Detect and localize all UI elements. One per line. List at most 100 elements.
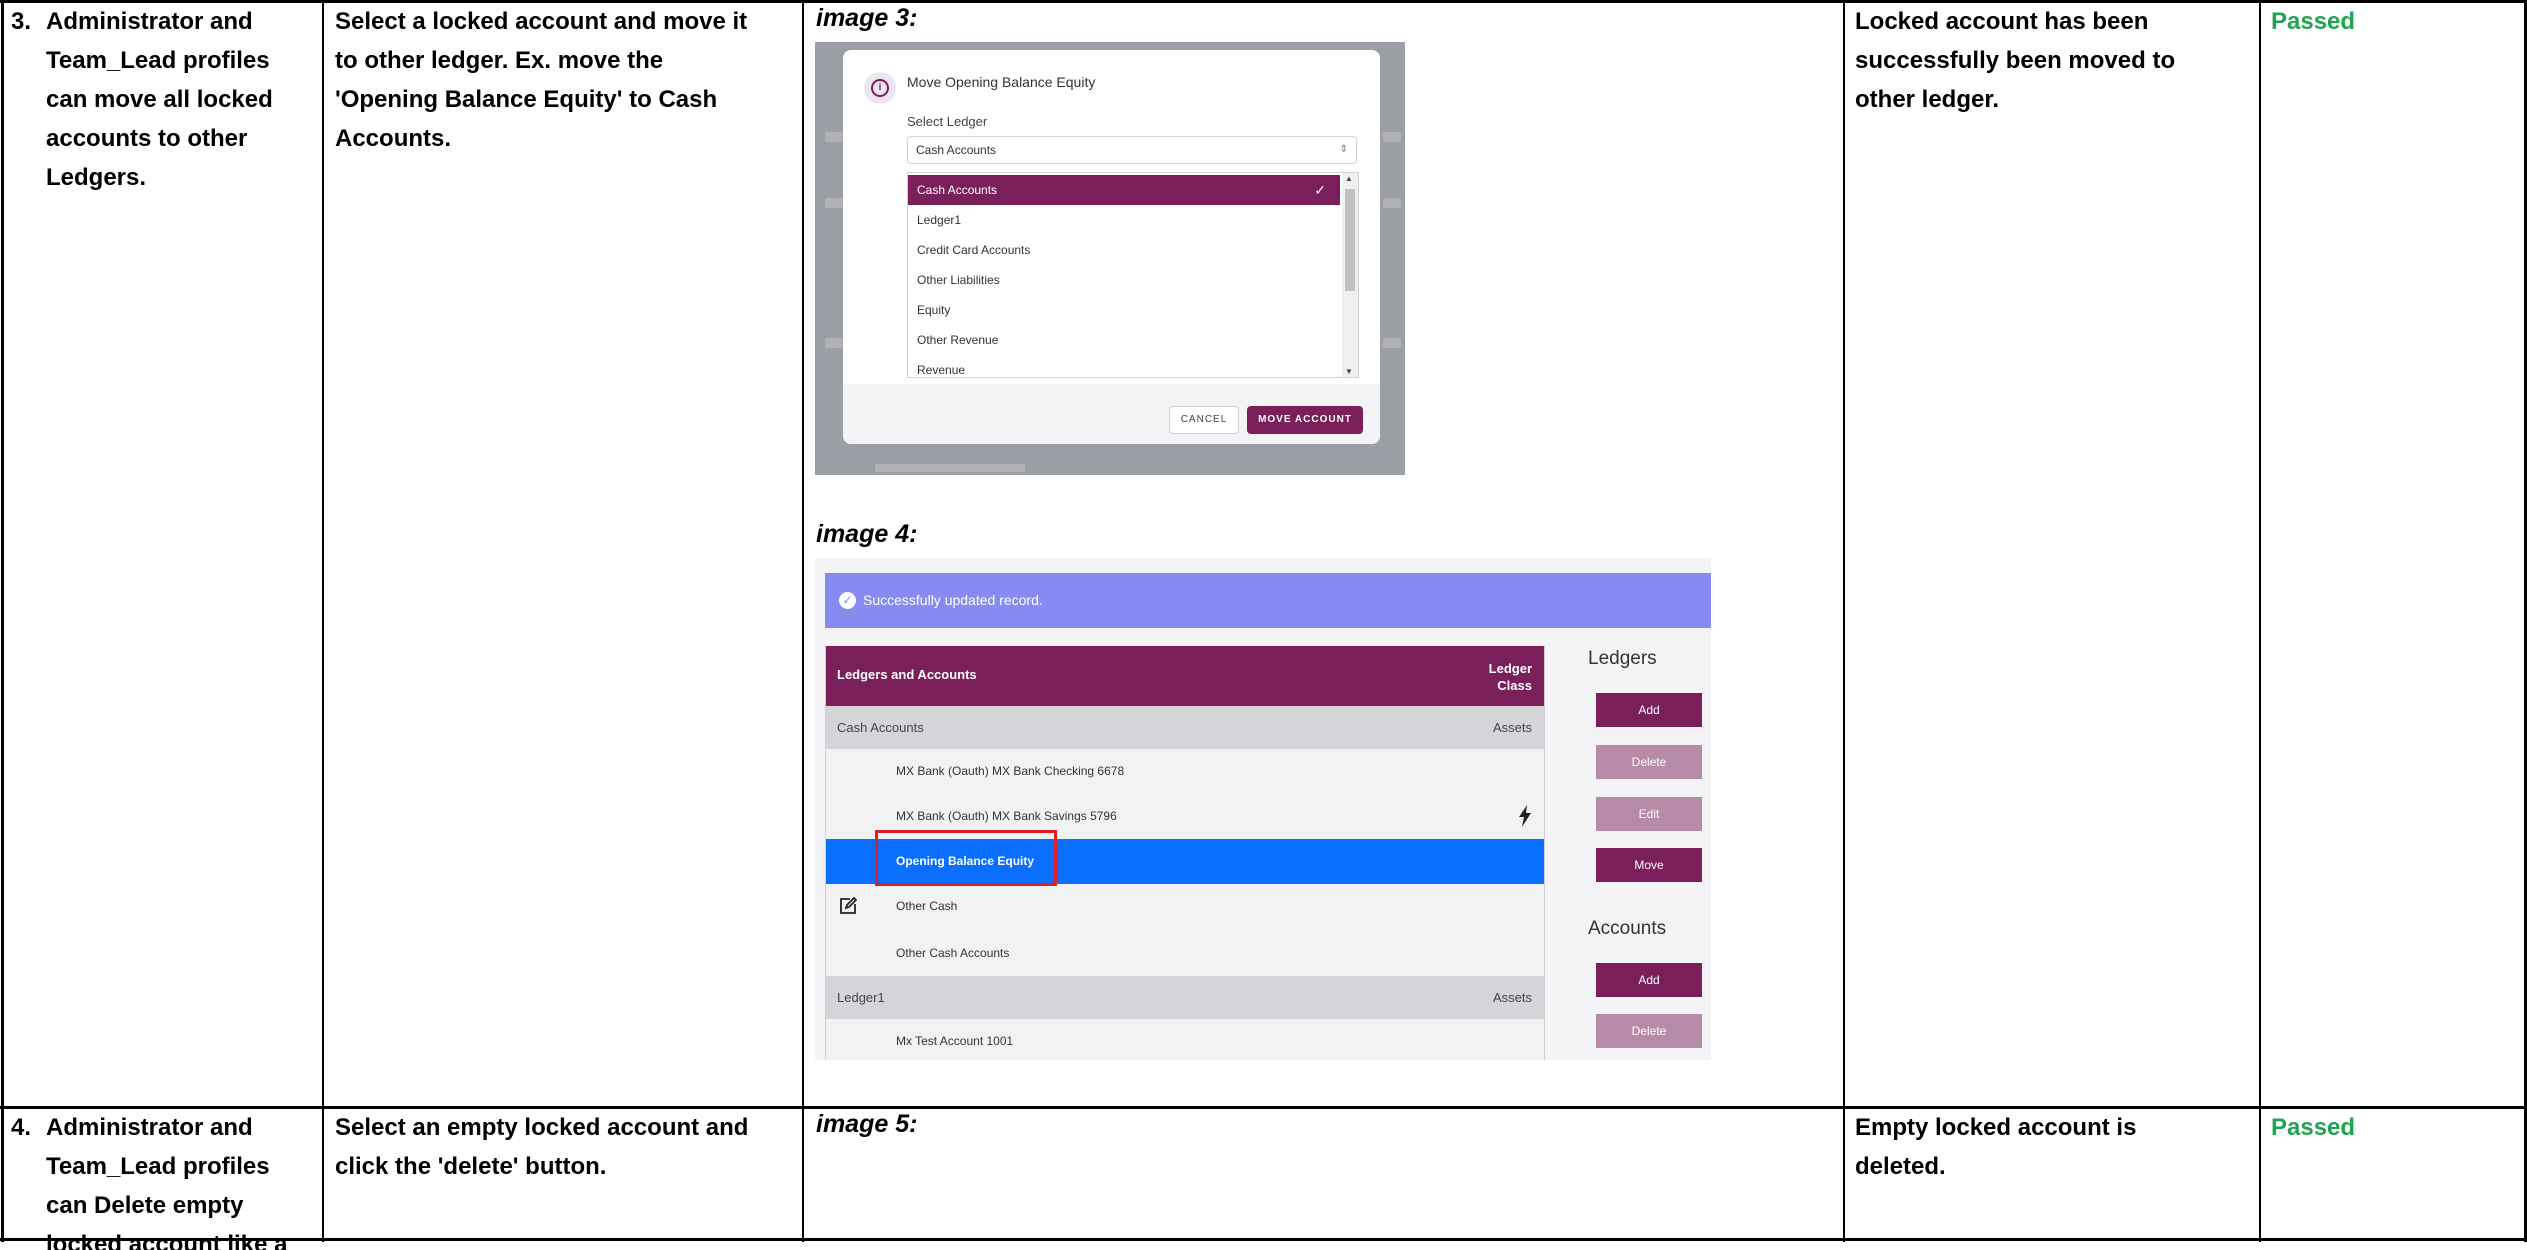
col-divider: [1843, 0, 1845, 1242]
dropdown-option[interactable]: Equity: [908, 295, 1340, 325]
ledger-class: Assets: [1492, 720, 1532, 735]
backdrop-text: [1383, 338, 1401, 348]
header-line: Class: [1497, 678, 1532, 693]
scenario-line: accounts to other: [46, 125, 248, 152]
backdrop-text: [1383, 198, 1401, 208]
scenario-cell: Administrator and Team_Lead profiles can…: [46, 2, 316, 197]
image-label: image 5:: [816, 1110, 918, 1138]
col-divider: [802, 0, 804, 1242]
account-row[interactable]: MX Bank (Oauth) MX Bank Checking 6678: [826, 749, 1544, 794]
ledger-edit-button[interactable]: Edit: [1596, 797, 1702, 831]
account-row[interactable]: Other Cash Accounts: [826, 931, 1544, 976]
table-header-title: Ledgers and Accounts: [837, 667, 977, 682]
account-name: MX Bank (Oauth) MX Bank Checking 6678: [896, 764, 1125, 778]
info-icon: i: [864, 72, 896, 104]
expected-cell: Locked account has been successfully bee…: [1855, 2, 2255, 119]
ledger-class-header: Ledger Class: [1489, 660, 1532, 694]
col-divider: [2259, 0, 2261, 1242]
move-dialog: i Move Opening Balance Equity Select Led…: [843, 50, 1380, 444]
ledger-move-button[interactable]: Move: [1596, 848, 1702, 882]
result-status: Passed: [2271, 1114, 2356, 1141]
backdrop-text: [825, 198, 843, 208]
expected-line: deleted.: [1855, 1153, 1946, 1180]
dialog-title: Move Opening Balance Equity: [907, 74, 1096, 90]
scroll-down-icon[interactable]: ▼: [1345, 367, 1353, 376]
accounts-title: Accounts: [1588, 918, 1667, 939]
account-delete-button[interactable]: Delete: [1596, 1014, 1702, 1048]
ledger-delete-button[interactable]: Delete: [1596, 745, 1702, 779]
table-border-bottom: [0, 1238, 2527, 1241]
steps-line: Select a locked account and move it: [335, 8, 748, 35]
highlight-box: [875, 830, 1057, 886]
ledger-class: Assets: [1492, 990, 1532, 1005]
expected-line: Empty locked account is: [1855, 1114, 2137, 1141]
account-name: Mx Test Account 1001: [896, 1034, 1014, 1048]
scrollbar-thumb[interactable]: [1345, 189, 1355, 291]
steps-line: 'Opening Balance Equity' to Cash: [335, 86, 718, 113]
steps-cell: Select a locked account and move it to o…: [335, 2, 795, 158]
dropdown-option[interactable]: Ledger1: [908, 205, 1340, 235]
screenshot-ledgers-accounts: ✓ Successfully updated record. Ledgers a…: [815, 558, 1711, 1060]
ledger-name: Cash Accounts: [837, 720, 924, 735]
backdrop-text: [1383, 132, 1401, 142]
ledger-name: Ledger1: [837, 990, 885, 1005]
expected-line: other ledger.: [1855, 86, 2000, 113]
dropdown-option[interactable]: Credit Card Accounts: [908, 235, 1340, 265]
row-number: 4.: [11, 1114, 32, 1141]
dropdown-scrollbar[interactable]: ▲ ▼: [1342, 173, 1358, 377]
steps-cell: Select an empty locked account and click…: [335, 1108, 795, 1186]
scenario-line: Team_Lead profiles: [46, 1153, 270, 1180]
col-divider: [1, 0, 4, 1242]
ledger-group-row[interactable]: Ledger1 Assets: [826, 976, 1544, 1019]
account-name: Other Cash Accounts: [896, 946, 1010, 960]
steps-line: Accounts.: [335, 125, 452, 152]
image-label: image 3:: [816, 4, 918, 32]
scenario-line: can move all locked: [46, 86, 273, 113]
ledger-dropdown-list[interactable]: Cash Accounts ✓ Ledger1 Credit Card Acco…: [907, 172, 1359, 378]
table-header: Ledgers and Accounts Ledger Class: [826, 646, 1544, 706]
expected-line: successfully been moved to: [1855, 47, 2176, 74]
checkmark-icon: ✓: [1314, 182, 1326, 198]
success-banner: ✓ Successfully updated record.: [825, 573, 1711, 628]
scenario-line: can Delete empty: [46, 1192, 244, 1219]
ledger-add-button[interactable]: Add: [1596, 693, 1702, 727]
col-divider: [322, 0, 324, 1242]
account-row[interactable]: Other Cash: [826, 884, 1544, 929]
row-number: 3.: [11, 8, 32, 35]
backdrop-text: [825, 132, 843, 142]
check-circle-icon: ✓: [839, 592, 856, 609]
dropdown-option[interactable]: Other Revenue: [908, 325, 1340, 355]
dropdown-option-selected[interactable]: Cash Accounts ✓: [908, 175, 1340, 205]
account-row[interactable]: Mx Test Account 1001: [826, 1019, 1544, 1060]
success-message: Successfully updated record.: [863, 592, 1043, 608]
lightning-bolt-icon: [1519, 805, 1531, 827]
ledger-select[interactable]: Cash Accounts ⇕: [907, 136, 1357, 164]
scenario-line: Ledgers.: [46, 164, 147, 191]
steps-line: to other ledger. Ex. move the: [335, 47, 664, 74]
scenario-line: Team_Lead profiles: [46, 47, 270, 74]
screenshot-move-dialog: i Move Opening Balance Equity Select Led…: [815, 42, 1405, 475]
scenario-line: Administrator and: [46, 1114, 253, 1141]
steps-line: click the 'delete' button.: [335, 1153, 607, 1180]
account-add-button[interactable]: Add: [1596, 963, 1702, 997]
account-name: Other Cash: [896, 899, 958, 913]
select-ledger-label: Select Ledger: [907, 114, 988, 129]
scenario-line: Administrator and: [46, 8, 253, 35]
ledger-select-value: Cash Accounts: [916, 143, 997, 157]
expected-line: Locked account has been: [1855, 8, 2149, 35]
option-label: Cash Accounts: [917, 183, 998, 197]
edit-icon[interactable]: [838, 896, 858, 916]
scroll-up-icon[interactable]: ▲: [1345, 174, 1353, 183]
cancel-button[interactable]: CANCEL: [1169, 406, 1239, 434]
move-account-button[interactable]: MOVE ACCOUNT: [1247, 406, 1363, 434]
scenario-cell: Administrator and Team_Lead profiles can…: [46, 1108, 316, 1250]
select-arrows-icon: ⇕: [1339, 144, 1348, 155]
ledger-group-row[interactable]: Cash Accounts Assets: [826, 706, 1544, 749]
result-status: Passed: [2271, 8, 2356, 35]
dropdown-option[interactable]: Other Liabilities: [908, 265, 1340, 295]
scenario-line: locked account like a: [46, 1231, 288, 1250]
dropdown-option[interactable]: Revenue: [908, 355, 1340, 377]
expected-cell: Empty locked account is deleted.: [1855, 1108, 2255, 1186]
image-label: image 4:: [816, 520, 918, 548]
ledgers-title: Ledgers: [1588, 648, 1657, 669]
